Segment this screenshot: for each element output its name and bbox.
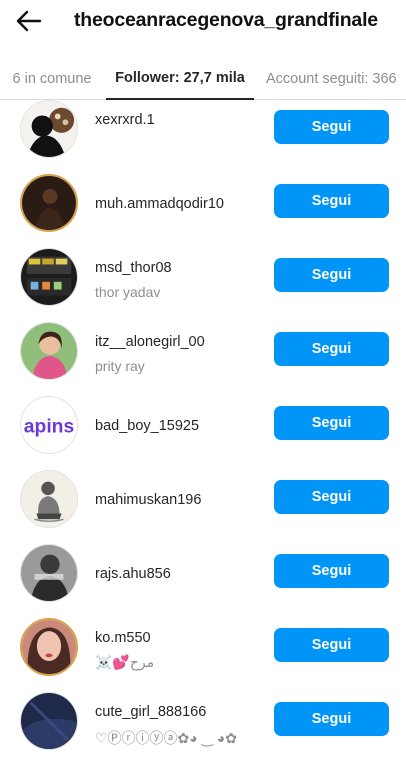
display-name: ♡Ⓟⓡⓘⓨⓐ✿◕ ‿ ◕✿ [95, 730, 237, 746]
follow-button[interactable]: Segui [274, 554, 389, 588]
username[interactable]: muh.ammadqodir10 [95, 196, 224, 212]
avatar[interactable] [20, 248, 78, 306]
display-name: thor yadav [95, 284, 161, 300]
avatar[interactable] [20, 544, 78, 602]
back-button[interactable] [12, 6, 46, 36]
username[interactable]: mahimuskan196 [95, 492, 201, 508]
username[interactable]: xexrxrd.1 [95, 112, 155, 128]
username[interactable]: cute_girl_888166 [95, 704, 206, 720]
follow-button[interactable]: Segui [274, 184, 389, 218]
avatar[interactable] [20, 470, 78, 528]
avatar[interactable] [20, 692, 78, 750]
page-title: theoceanracegenova_grandfinale [74, 9, 378, 31]
display-name: ☠️💕مرح [95, 654, 155, 670]
list-item[interactable]: cute_girl_888166 ♡Ⓟⓡⓘⓨⓐ✿◕ ‿ ◕✿ Segui [0, 684, 406, 758]
follow-button[interactable]: Segui [274, 480, 389, 514]
list-item[interactable]: xexrxrd.1 Segui [0, 92, 406, 166]
follow-button[interactable]: Segui [274, 406, 389, 440]
follow-button[interactable]: Segui [274, 702, 389, 736]
avatar[interactable] [20, 322, 78, 380]
avatar[interactable]: apins [20, 396, 78, 454]
username[interactable]: rajs.ahu856 [95, 566, 171, 582]
list-item[interactable]: muh.ammadqodir10 Segui [0, 166, 406, 240]
username[interactable]: ko.m550 [95, 630, 151, 646]
list-item[interactable]: apins bad_boy_15925 Segui [0, 388, 406, 462]
arrow-left-icon [16, 10, 42, 32]
avatar-text: apins [24, 417, 74, 438]
list-item[interactable]: itz__alonegirl_00 prity ray Segui [0, 314, 406, 388]
username[interactable]: itz__alonegirl_00 [95, 334, 205, 350]
list-item[interactable]: mahimuskan196 Segui [0, 462, 406, 536]
follow-button[interactable]: Segui [274, 258, 389, 292]
display-name: prity ray [95, 358, 145, 374]
list-item[interactable]: rajs.ahu856 Segui [0, 536, 406, 610]
avatar[interactable] [20, 100, 78, 158]
list-item[interactable]: msd_thor08 thor yadav Segui [0, 240, 406, 314]
username[interactable]: bad_boy_15925 [95, 418, 199, 434]
follow-button[interactable]: Segui [274, 110, 389, 144]
avatar[interactable] [20, 618, 78, 676]
list-item[interactable]: ko.m550 ☠️💕مرح Segui [0, 610, 406, 684]
top-bar: theoceanracegenova_grandfinale [0, 0, 406, 44]
follow-button[interactable]: Segui [274, 332, 389, 366]
username[interactable]: msd_thor08 [95, 260, 172, 276]
avatar[interactable] [20, 174, 78, 232]
follow-button[interactable]: Segui [274, 628, 389, 662]
